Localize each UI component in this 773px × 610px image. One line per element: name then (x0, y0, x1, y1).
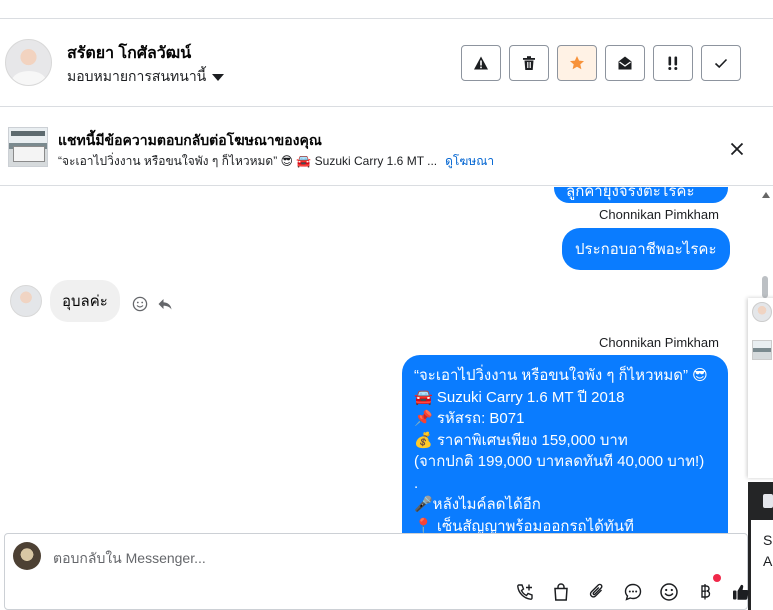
view-ad-link[interactable]: ดูโฆษณา (445, 152, 494, 171)
call-button[interactable] (513, 580, 537, 604)
notification-dot (713, 574, 721, 582)
scrollbar-thumb[interactable] (762, 276, 768, 298)
message-composer (4, 533, 749, 610)
emoji-icon (660, 583, 678, 601)
outgoing-message-partial[interactable]: ลูกค้ายุ่งจรงตะไรคะ (554, 187, 728, 203)
star-button[interactable] (557, 45, 597, 81)
sender-name: Chonnikan Pimkham (599, 335, 719, 350)
assign-conversation-dropdown[interactable]: มอบหมายการสนทนานี้ (67, 66, 225, 88)
scroll-up-arrow-icon[interactable] (762, 192, 770, 198)
side-popup-text-1: Se (763, 532, 773, 548)
attach-icon (589, 583, 603, 598)
outgoing-message-ad-details[interactable]: “จะเอาไปวิ่งงาน หรือขนใจพัง ๆ ก็ไหวหมด” … (402, 355, 728, 533)
sender-name: Chonnikan Pimkham (599, 207, 719, 222)
check-icon (714, 58, 728, 69)
delete-button[interactable] (509, 45, 549, 81)
ad-banner-title: แชทนี้มีข้อความตอบกลับต่อโฆษณาของคุณ (58, 132, 322, 148)
incoming-message[interactable]: อุบลค่ะ (50, 280, 120, 322)
side-panel-peek (748, 298, 773, 478)
caret-down-icon (212, 73, 225, 81)
ad-snippet: “จะเอาไปวิ่งงาน หรือขนใจพัง ๆ ก็ไหวหมด” … (58, 154, 438, 168)
side-panel-ad-thumbnail[interactable] (752, 340, 772, 360)
composer-tools (513, 574, 753, 604)
conversation-header: สรัตยา โกศัลวัฒน์ มอบหมายการสนทนานี้ (0, 19, 773, 107)
call-icon (517, 584, 533, 600)
like-button[interactable] (729, 580, 753, 604)
done-button[interactable] (701, 45, 741, 81)
side-popup-icon (763, 494, 773, 508)
baht-icon (701, 584, 711, 600)
side-popup-text-2: A (763, 553, 773, 569)
side-panel-avatar[interactable] (752, 302, 772, 322)
message-text: อุบลค่ะ (62, 293, 108, 310)
contact-name[interactable]: สรัตยา โกศัลวัฒน์ (67, 41, 191, 66)
follow-up-button[interactable] (653, 45, 693, 81)
reply-input[interactable] (53, 548, 653, 568)
assign-label: มอบหมายการสนทนานี้ (67, 68, 207, 84)
ad-reply-banner: แชทนี้มีข้อความตอบกลับต่อโฆษณาของคุณ “จะ… (0, 108, 773, 186)
bag-icon (554, 583, 568, 601)
payment-button[interactable] (693, 574, 721, 604)
trash-icon (523, 56, 535, 70)
envelope-open-icon (618, 56, 632, 70)
saved-replies-button[interactable] (621, 580, 645, 604)
message-text: ประกอบอาชีพอะไรคะ (575, 241, 717, 258)
page-avatar (13, 542, 41, 570)
shop-button[interactable] (549, 580, 573, 604)
exclamation-icon (668, 56, 678, 70)
close-icon[interactable] (727, 139, 747, 159)
mark-unread-button[interactable] (605, 45, 645, 81)
ad-banner-details: “จะเอาไปวิ่งงาน หรือขนใจพัง ๆ ก็ไหวหมด” … (58, 152, 494, 171)
thumbs-up-icon (733, 584, 749, 600)
report-button[interactable] (461, 45, 501, 81)
attach-button[interactable] (585, 580, 609, 604)
header-actions (461, 45, 741, 81)
outgoing-message[interactable]: ประกอบอาชีพอะไรคะ (562, 228, 730, 270)
partial-message-text: ลูกค้ายุ่งจรงตะไรคะ (566, 187, 695, 200)
ad-thumbnail[interactable] (8, 127, 48, 167)
react-emoji-icon[interactable] (132, 296, 148, 312)
contact-avatar-small[interactable] (10, 285, 42, 317)
message-thread[interactable]: ลูกค้ายุ่งจรงตะไรคะ Chonnikan Pimkham ปร… (0, 187, 760, 533)
star-icon (570, 56, 584, 70)
emoji-button[interactable] (657, 580, 681, 604)
chat-bubble-icon (624, 583, 642, 601)
reply-icon[interactable] (157, 296, 173, 312)
warning-icon (474, 56, 488, 70)
contact-avatar[interactable] (5, 39, 52, 86)
